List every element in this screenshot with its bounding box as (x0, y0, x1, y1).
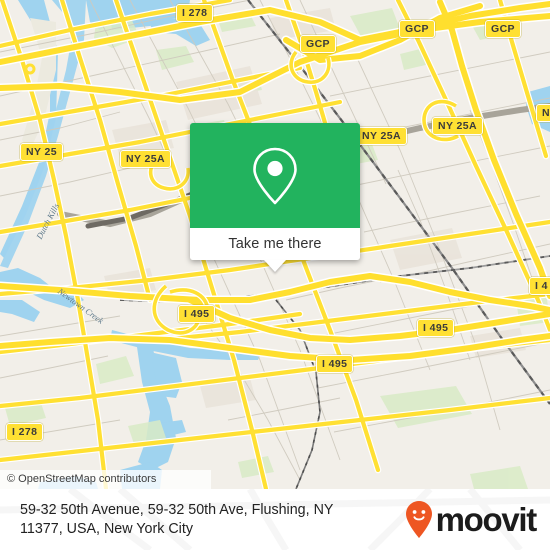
road-shield-ny25a-right: NY 25A (432, 117, 483, 135)
road-shield-ny25a-left: NY 25A (120, 150, 171, 168)
road-shield-i495-mid: I 495 (316, 355, 354, 373)
footer-bar: 59-32 50th Avenue, 59-32 50th Ave, Flush… (0, 489, 550, 550)
road-shield-i278-south: I 278 (6, 423, 44, 441)
road-shield-i4-edge: I 4 (529, 277, 550, 295)
moovit-map-page: Dutch Kills Newtown Creek I 278 GCP GCP … (0, 0, 550, 550)
popup-action-bar[interactable]: Take me there (190, 228, 360, 260)
address-text: 59-32 50th Avenue, 59-32 50th Ave, Flush… (20, 501, 333, 539)
moovit-smiley-pin-icon (405, 500, 432, 538)
popup-pointer-tail (264, 260, 286, 272)
road-shield-i278-north: I 278 (176, 4, 214, 22)
road-shield-gcp-3: GCP (485, 20, 521, 38)
moovit-logo[interactable]: moovit (405, 500, 538, 540)
road-shield-ny25: NY 25 (20, 143, 63, 161)
location-popup-card[interactable]: Take me there (190, 123, 360, 272)
take-me-there-button[interactable]: Take me there (228, 236, 321, 252)
moovit-wordmark: moovit (435, 501, 538, 538)
road-shield-i495-left: I 495 (178, 305, 216, 323)
road-shield-gcp-1: GCP (300, 35, 336, 53)
osm-attribution[interactable]: © OpenStreetMap contributors (0, 470, 211, 489)
map-pin-icon (253, 147, 297, 204)
road-shield-i495-right: I 495 (417, 319, 455, 337)
popup-image-area (190, 123, 360, 228)
road-shield-gcp-2: GCP (399, 20, 435, 38)
address-line-2: 11377, USA, New York City (20, 520, 193, 537)
road-shield-ny25a-mid: NY 25A (356, 127, 407, 145)
address-line-1: 59-32 50th Avenue, 59-32 50th Ave, Flush… (20, 501, 334, 518)
road-shield-ny-edge: NY (536, 104, 550, 122)
